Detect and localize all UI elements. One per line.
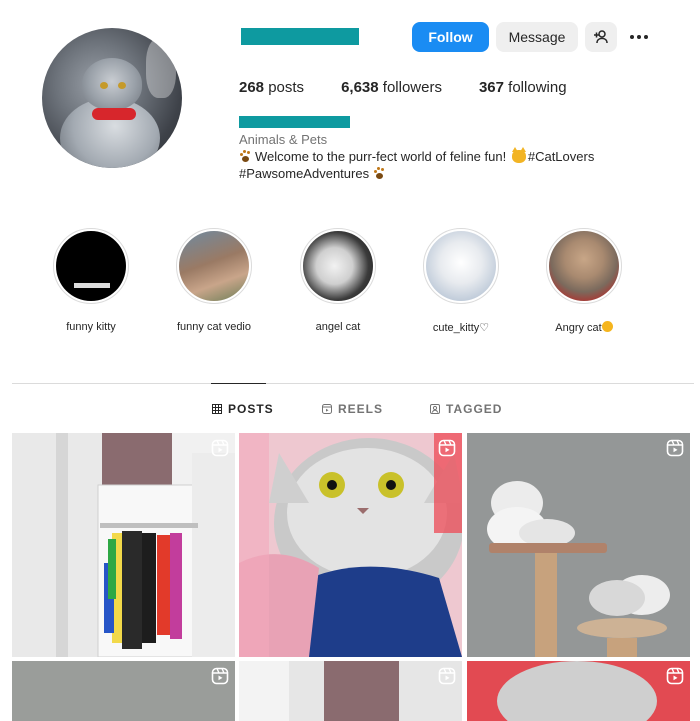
post-thumbnail <box>12 661 235 721</box>
highlight-item[interactable]: angel cat <box>300 228 376 333</box>
highlight-cover <box>426 231 496 301</box>
post-thumbnail <box>467 433 690 657</box>
post-thumbnail <box>239 661 462 721</box>
paw-emoji-icon <box>373 167 385 179</box>
tab-reels[interactable]: REELS <box>322 402 383 416</box>
post-thumbnail <box>467 661 690 721</box>
profile-avatar[interactable] <box>42 28 182 168</box>
highlight-label: angel cat <box>315 321 361 333</box>
tab-tagged[interactable]: TAGGED <box>430 402 502 416</box>
reel-icon <box>666 667 684 685</box>
post-thumbnail <box>12 433 235 657</box>
highlight-cover <box>549 231 619 301</box>
more-options-button[interactable] <box>624 22 654 52</box>
reel-icon <box>438 439 456 457</box>
highlight-label: funny cat vedio <box>177 321 251 333</box>
profile-category: Animals & Pets <box>239 132 328 147</box>
reel-icon <box>211 667 229 685</box>
tab-posts[interactable]: POSTS <box>212 402 274 416</box>
post-tile[interactable] <box>12 661 235 721</box>
add-person-icon <box>594 30 608 44</box>
reel-icon <box>666 439 684 457</box>
cat-face-emoji-icon <box>511 147 526 163</box>
display-name-redacted <box>239 116 350 128</box>
hashtag-link[interactable]: #CatLovers <box>528 149 594 164</box>
post-tile[interactable] <box>239 433 462 657</box>
highlight-cover <box>56 231 126 301</box>
followers-stat[interactable]: 6,638 followers <box>341 79 442 96</box>
worried-face-emoji-icon <box>601 321 613 332</box>
profile-stats: 268 posts 6,638 followers 367 following <box>239 79 567 96</box>
highlight-cover <box>303 231 373 301</box>
highlight-label: Angry cat <box>546 321 622 334</box>
paw-emoji-icon <box>239 150 251 162</box>
post-thumbnail <box>239 433 462 657</box>
suggest-people-button[interactable] <box>585 22 617 52</box>
highlight-item[interactable]: cute_kitty♡ <box>423 228 499 334</box>
ellipsis-icon <box>630 35 648 39</box>
post-tile[interactable] <box>467 433 690 657</box>
grid-icon <box>212 404 222 414</box>
post-tile[interactable] <box>12 433 235 657</box>
highlight-label: funny kitty <box>66 321 116 333</box>
reel-icon <box>211 439 229 457</box>
tagged-icon <box>430 404 440 414</box>
active-tab-indicator <box>211 383 266 384</box>
highlight-item[interactable]: Angry cat <box>546 228 622 334</box>
highlight-label: cute_kitty♡ <box>432 322 490 334</box>
posts-stat[interactable]: 268 posts <box>239 79 304 96</box>
post-tile[interactable] <box>467 661 690 721</box>
hashtag-link[interactable]: #PawsomeAdventures <box>239 166 369 181</box>
following-stat[interactable]: 367 following <box>479 79 567 96</box>
section-divider <box>12 383 694 384</box>
highlight-cover <box>179 231 249 301</box>
follow-button[interactable]: Follow <box>412 22 489 52</box>
highlight-item[interactable]: funny kitty <box>53 228 129 333</box>
profile-bio: Welcome to the purr-fect world of feline… <box>239 147 595 181</box>
highlight-item[interactable]: funny cat vedio <box>176 228 252 333</box>
message-button[interactable]: Message <box>496 22 578 52</box>
post-tile[interactable] <box>239 661 462 721</box>
username-redacted <box>241 28 359 45</box>
reels-icon <box>322 404 332 414</box>
reel-icon <box>438 667 456 685</box>
